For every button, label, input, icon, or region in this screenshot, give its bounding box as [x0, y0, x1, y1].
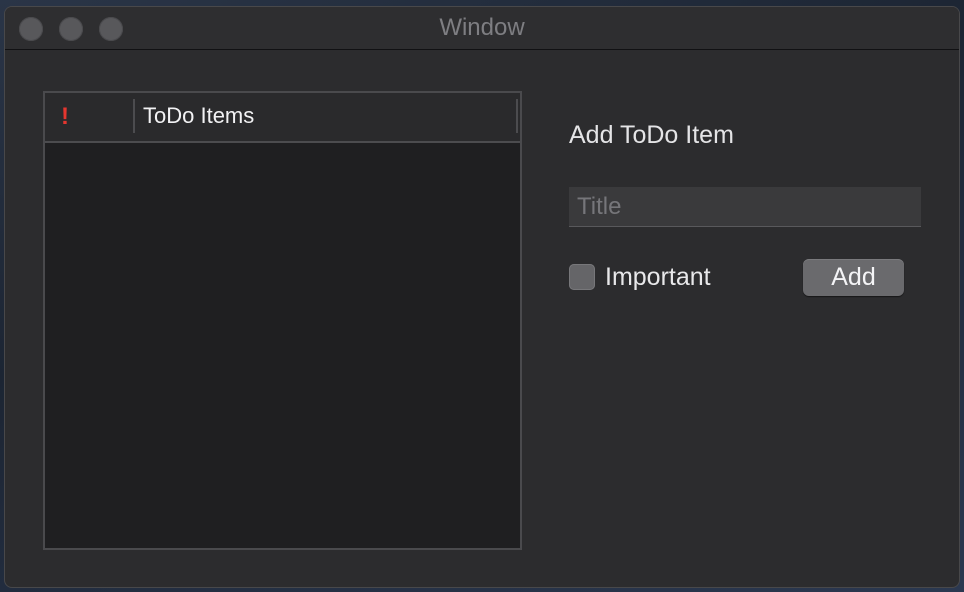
- table-body[interactable]: [45, 143, 520, 548]
- column-header-todo-items[interactable]: ToDo Items: [143, 93, 254, 141]
- title-bar[interactable]: Window: [5, 7, 959, 50]
- column-divider[interactable]: [133, 99, 135, 133]
- important-checkbox-label[interactable]: Important: [605, 263, 711, 292]
- column-divider[interactable]: [516, 99, 518, 133]
- app-window: Window ! ToDo Items Add ToDo Item Import…: [4, 6, 960, 588]
- window-title: Window: [439, 14, 525, 41]
- todo-table[interactable]: ! ToDo Items: [43, 91, 522, 550]
- table-header: ! ToDo Items: [45, 93, 520, 143]
- exclamation-icon: !: [61, 103, 69, 130]
- title-input[interactable]: [569, 187, 921, 227]
- important-checkbox-row[interactable]: Important: [569, 261, 711, 293]
- important-checkbox[interactable]: [569, 264, 595, 290]
- add-todo-heading: Add ToDo Item: [569, 121, 734, 149]
- add-button[interactable]: Add: [803, 259, 904, 296]
- column-header-important[interactable]: !: [45, 93, 133, 141]
